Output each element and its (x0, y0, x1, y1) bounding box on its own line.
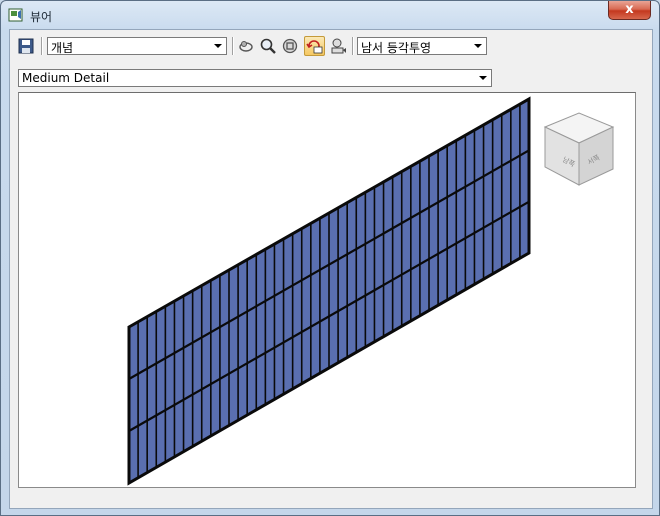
chevron-down-icon[interactable] (470, 38, 486, 54)
toolbar-separator (232, 37, 234, 55)
visual-style-value: 개념 (51, 41, 74, 55)
save-icon[interactable] (17, 37, 35, 55)
window-title: 뷰어 (30, 10, 53, 24)
rotate-button[interactable] (304, 36, 325, 56)
detail-level-dropdown[interactable]: Medium Detail (18, 69, 492, 87)
viewer-app-icon (8, 8, 23, 22)
viewer-window: 뷰어 x 개념 남서 등각투영 Medium Detail 남쪽 서쪽 (0, 0, 660, 516)
toolbar-separator (352, 37, 354, 55)
close-button[interactable]: x (608, 1, 651, 20)
camera-icon[interactable] (329, 37, 347, 55)
chevron-down-icon[interactable] (475, 70, 491, 86)
rotate-icon (306, 40, 323, 54)
detail-level-value: Medium Detail (22, 71, 110, 85)
orbit-icon[interactable] (237, 37, 255, 55)
viewer-client-area: 개념 남서 등각투영 Medium Detail 남쪽 서쪽 (9, 29, 653, 509)
view-orientation-value: 남서 등각투영 (361, 41, 432, 55)
zoom-extents-icon[interactable] (281, 37, 299, 55)
toolbar-separator (41, 37, 43, 55)
viewcube[interactable]: 남쪽 서쪽 (539, 109, 619, 191)
title-bar[interactable]: 뷰어 x (1, 1, 659, 29)
3d-viewport[interactable]: 남쪽 서쪽 (18, 92, 636, 488)
close-icon: x (625, 2, 634, 17)
chevron-down-icon[interactable] (210, 38, 226, 54)
zoom-icon[interactable] (259, 37, 277, 55)
visual-style-dropdown[interactable]: 개념 (47, 37, 227, 55)
view-orientation-dropdown[interactable]: 남서 등각투영 (357, 37, 487, 55)
toolbar: 개념 남서 등각투영 (10, 30, 652, 62)
